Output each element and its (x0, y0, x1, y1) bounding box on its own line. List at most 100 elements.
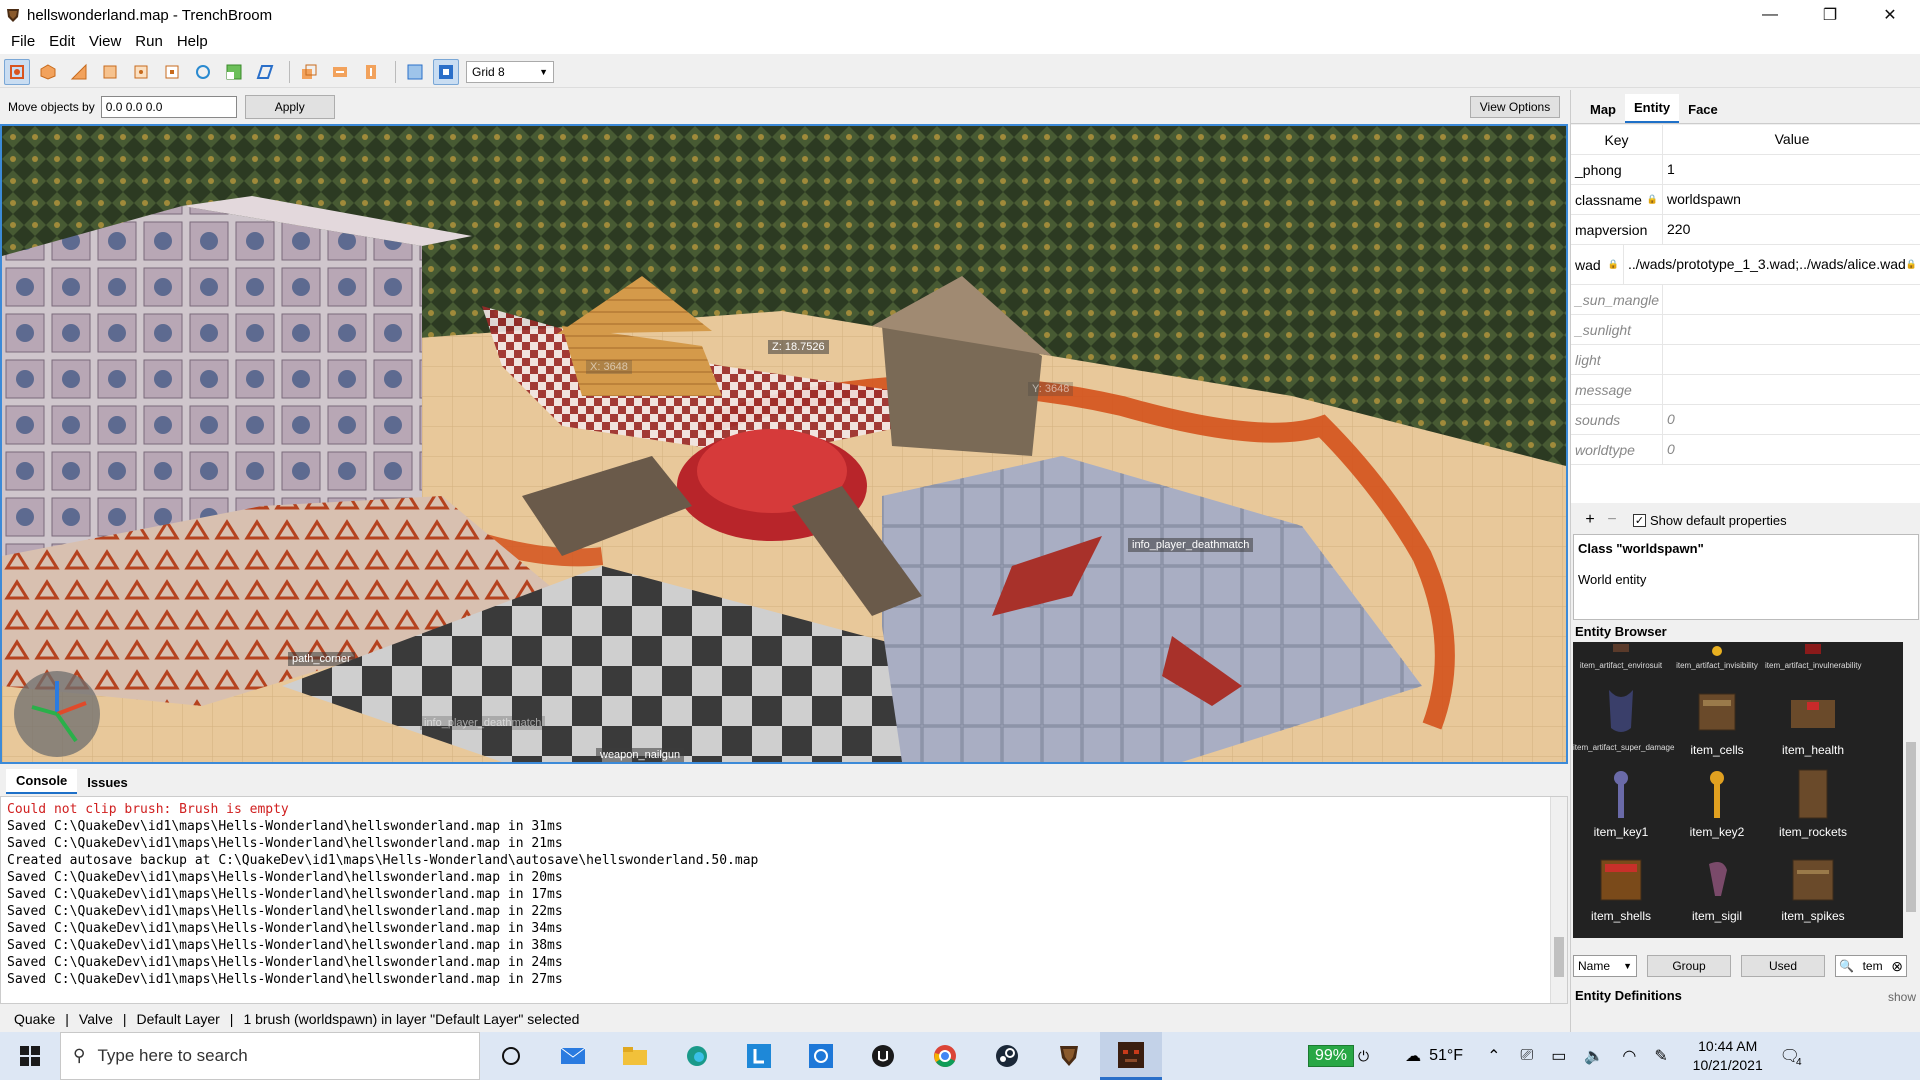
key-column-header[interactable]: Key (1571, 125, 1663, 154)
l-app-button[interactable] (728, 1032, 790, 1080)
show-default-properties-checkbox[interactable]: ✓ (1633, 513, 1646, 527)
entity-item[interactable]: item_key2 (1669, 766, 1765, 839)
cortana-app-button[interactable] (790, 1032, 852, 1080)
pen-icon[interactable]: ✎ (1654, 1046, 1667, 1066)
entity-item[interactable]: item_artifact_invisibility (1669, 644, 1765, 670)
property-value[interactable]: worldspawn (1667, 191, 1741, 208)
3d-viewport[interactable]: Z: 18.7526 X: 3648 Y: 3648 info_player_d… (0, 124, 1568, 764)
entity-item[interactable]: item_rockets (1765, 766, 1861, 839)
vertex-tool-button[interactable] (97, 59, 123, 85)
used-button[interactable]: Used (1741, 955, 1825, 977)
weather-cloud-icon[interactable]: ☁ (1405, 1046, 1421, 1066)
table-row[interactable]: sounds 0 (1571, 405, 1920, 435)
entity-item[interactable]: item_shells (1573, 850, 1669, 923)
unreal-engine-button[interactable] (852, 1032, 914, 1080)
edge-browser-button[interactable] (666, 1032, 728, 1080)
table-row[interactable]: _sunlight (1571, 315, 1920, 345)
task-view-button[interactable] (480, 1032, 542, 1080)
sort-by-select[interactable]: Name ▼ (1573, 955, 1637, 977)
table-row[interactable]: mapversion 220 (1571, 215, 1920, 245)
face-tool-button[interactable] (159, 59, 185, 85)
table-row[interactable]: message (1571, 375, 1920, 405)
entity-item[interactable]: item_artifact_super_damage (1573, 682, 1674, 752)
entity-browser-scroll-thumb[interactable] (1906, 742, 1916, 912)
battery-status[interactable]: 99% (1308, 1045, 1355, 1067)
close-button[interactable]: ✕ (1860, 0, 1920, 30)
edge-tool-button[interactable] (128, 59, 154, 85)
start-button[interactable] (0, 1032, 60, 1080)
console-output[interactable]: Could not clip brush: Brush is empty Sav… (0, 796, 1568, 1004)
tab-console[interactable]: Console (6, 769, 78, 794)
battery-icon[interactable]: ▭ (1551, 1046, 1566, 1066)
menu-edit[interactable]: Edit (42, 30, 82, 54)
entity-definitions-show-link[interactable]: show (1888, 990, 1916, 1004)
chevron-up-icon[interactable]: ⌃ (1487, 1046, 1500, 1066)
select-tool-button[interactable] (4, 58, 30, 85)
table-row[interactable]: worldtype 0 (1571, 435, 1920, 465)
taskbar-search-box[interactable]: ⚲ Type here to search (60, 1032, 480, 1080)
entity-item[interactable]: item_spikes (1765, 850, 1861, 923)
entity-item[interactable]: item_sigil (1669, 850, 1765, 923)
table-row[interactable]: light (1571, 345, 1920, 375)
meet-now-icon[interactable]: ⎚ (1520, 1047, 1533, 1065)
clip-tool-button[interactable] (66, 59, 92, 85)
tab-entity[interactable]: Entity (1625, 94, 1680, 123)
console-scrollbar[interactable] (1550, 797, 1567, 1003)
grid-size-select[interactable]: Grid 8 ▼ (466, 60, 554, 83)
axis-gizmo[interactable] (14, 671, 100, 757)
entity-item[interactable]: item_key1 (1573, 766, 1669, 839)
entity-item[interactable]: item_cells (1669, 682, 1765, 757)
shear-tool-button[interactable] (252, 59, 278, 85)
entity-item[interactable]: item_artifact_envirosuit (1573, 644, 1669, 670)
property-value[interactable]: 220 (1667, 221, 1690, 238)
entity-browser-scrollbar[interactable] (1903, 642, 1919, 938)
entity-browser-grid[interactable]: item_artifact_envirosuit item_artifact_i… (1573, 642, 1919, 938)
steam-button[interactable] (976, 1032, 1038, 1080)
table-row[interactable]: _sun_mangle (1571, 285, 1920, 315)
clock[interactable]: 10:44 AM 10/21/2021 (1682, 1037, 1774, 1075)
remove-property-button[interactable]: − (1601, 511, 1623, 529)
texture-lock-button[interactable] (402, 59, 428, 85)
chrome-button[interactable] (914, 1032, 976, 1080)
scale-tool-button[interactable] (221, 59, 247, 85)
table-row[interactable]: wad 🔒 ../wads/prototype_1_3.wad;../wads/al… (1571, 245, 1920, 285)
property-value[interactable]: 0 (1667, 441, 1675, 458)
group-button[interactable]: Group (1647, 955, 1731, 977)
console-scroll-thumb[interactable] (1554, 937, 1564, 977)
quake-taskbar-button[interactable] (1100, 1032, 1162, 1080)
entity-search-input[interactable]: 🔍 tem ⊗ (1835, 955, 1907, 977)
menu-view[interactable]: View (82, 30, 128, 54)
rotate-tool-button[interactable] (190, 59, 216, 85)
flip-horizontal-button[interactable] (327, 59, 353, 85)
uv-lock-button[interactable] (433, 58, 459, 85)
entity-item[interactable]: item_artifact_invulnerability (1765, 644, 1862, 670)
property-value[interactable]: 0 (1667, 411, 1675, 428)
file-explorer-button[interactable] (604, 1032, 666, 1080)
trenchbroom-taskbar-button[interactable] (1038, 1032, 1100, 1080)
tab-issues[interactable]: Issues (77, 771, 137, 794)
volume-icon[interactable]: 🔈 (1584, 1046, 1604, 1066)
mail-app-button[interactable] (542, 1032, 604, 1080)
duplicate-button[interactable] (296, 59, 322, 85)
brush-tool-button[interactable] (35, 59, 61, 85)
flip-vertical-button[interactable] (358, 59, 384, 85)
value-column-header[interactable]: Value (1663, 125, 1920, 154)
clear-search-icon[interactable]: ⊗ (1891, 958, 1903, 975)
move-offset-input[interactable] (100, 96, 237, 118)
weather-temperature[interactable]: 51°F (1429, 1047, 1463, 1065)
property-value[interactable]: 1 (1667, 161, 1675, 178)
property-value[interactable]: ../wads/prototype_1_3.wad;../wads/alice.… (1628, 256, 1906, 273)
maximize-button[interactable]: ❐ (1800, 0, 1860, 30)
tab-map[interactable]: Map (1581, 96, 1625, 123)
menu-run[interactable]: Run (128, 30, 170, 54)
minimize-button[interactable]: — (1740, 0, 1800, 30)
table-row[interactable]: _phong 1 (1571, 155, 1920, 185)
tab-face[interactable]: Face (1679, 96, 1727, 123)
entity-item[interactable]: item_health (1765, 682, 1861, 757)
view-options-button[interactable]: View Options (1470, 96, 1560, 118)
wifi-icon[interactable]: ◠ (1622, 1046, 1636, 1066)
add-property-button[interactable]: + (1579, 511, 1601, 529)
menu-file[interactable]: File (4, 30, 42, 54)
table-row[interactable]: classname 🔒 worldspawn (1571, 185, 1920, 215)
menu-help[interactable]: Help (170, 30, 215, 54)
